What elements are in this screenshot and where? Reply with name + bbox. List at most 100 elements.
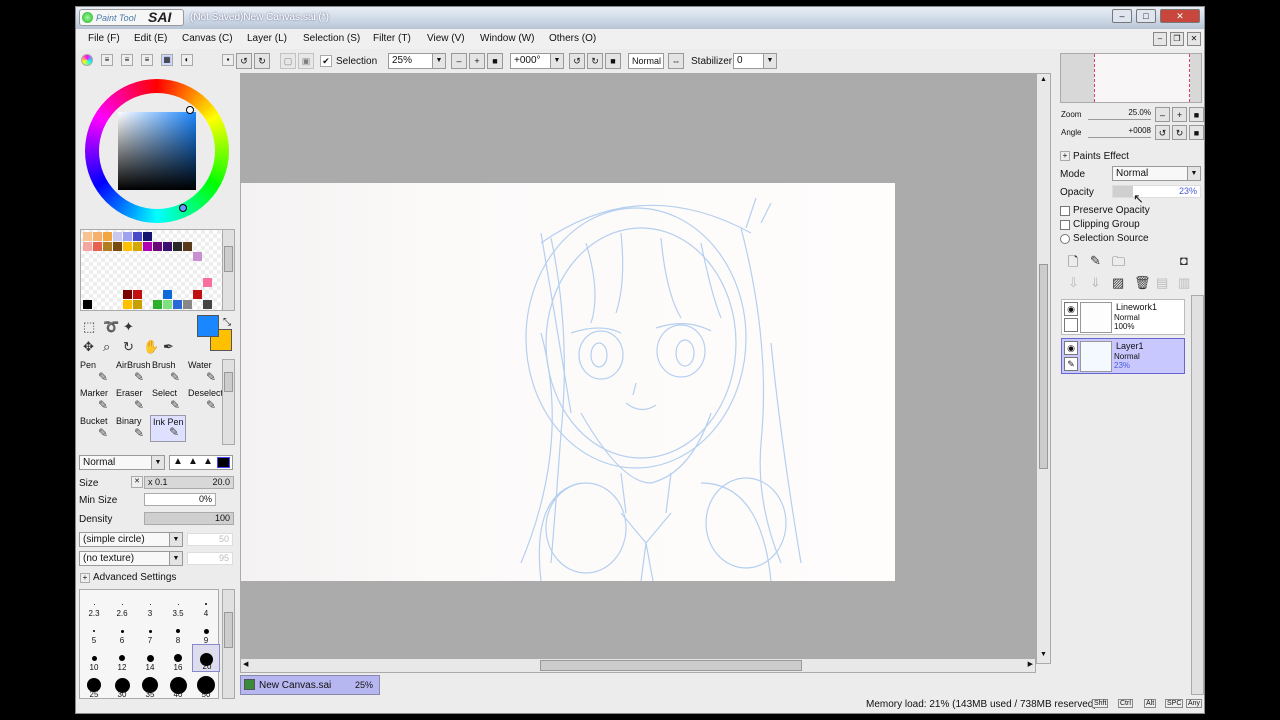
advanced-settings-label[interactable]: Advanced Settings bbox=[93, 572, 176, 583]
rgb-slider-mode-icon[interactable]: ≡ bbox=[101, 54, 113, 66]
zoom-icon[interactable]: ⌕ bbox=[103, 339, 110, 355]
brush-tool-eraser[interactable]: Eraser ✎ bbox=[114, 387, 150, 414]
active-layer-brush-icon[interactable]: ✎ bbox=[1064, 357, 1078, 371]
menu-others[interactable]: Others (O) bbox=[549, 33, 596, 44]
transfer-down-icon[interactable]: ⇩ bbox=[1068, 275, 1079, 291]
size-preset[interactable]: 40 bbox=[164, 671, 192, 699]
nav-zoom-reset-icon[interactable]: ■ bbox=[1189, 107, 1204, 122]
hue-marker[interactable] bbox=[186, 106, 194, 114]
lasso-icon[interactable]: ➰ bbox=[103, 319, 119, 335]
size-preset[interactable]: 3 bbox=[136, 590, 164, 618]
size-preset[interactable]: 50 bbox=[192, 671, 220, 699]
swatch[interactable] bbox=[83, 242, 92, 251]
size-preset[interactable]: 2.6 bbox=[108, 590, 136, 618]
menu-view[interactable]: View (V) bbox=[427, 33, 465, 44]
paints-effect-label[interactable]: Paints Effect bbox=[1073, 151, 1129, 162]
size-preset[interactable]: 6 bbox=[108, 617, 136, 645]
brush-shape-select[interactable]: (simple circle) ▼ bbox=[79, 532, 183, 547]
navigator-view-rect[interactable] bbox=[1094, 54, 1190, 102]
merge-down-icon[interactable]: ⇓ bbox=[1090, 275, 1101, 291]
merge-layers-icon[interactable]: ▥ bbox=[1178, 275, 1190, 291]
edge-square-icon[interactable] bbox=[217, 457, 230, 468]
visibility-eye-icon[interactable]: ◉ bbox=[1064, 341, 1078, 355]
size-preset[interactable]: 3.5 bbox=[164, 590, 192, 618]
canvas-viewport[interactable] bbox=[240, 73, 1050, 658]
swatch[interactable] bbox=[193, 290, 202, 299]
swatch[interactable] bbox=[153, 242, 162, 251]
swatch[interactable] bbox=[133, 232, 142, 241]
swatch[interactable] bbox=[123, 242, 132, 251]
view-blend-select[interactable]: Normal bbox=[628, 53, 664, 69]
swatch[interactable] bbox=[173, 300, 182, 309]
scroll-left-icon[interactable]: ◀ bbox=[243, 660, 248, 668]
swatch[interactable] bbox=[163, 242, 172, 251]
brush-tool-brush[interactable]: Brush ✎ bbox=[150, 359, 186, 386]
swatch[interactable] bbox=[133, 242, 142, 251]
layer-item-linework1[interactable]: ◉ Linework1 Normal 100% bbox=[1061, 299, 1185, 335]
hand-icon[interactable]: ✋ bbox=[143, 339, 159, 355]
redo-icon[interactable]: ↻ bbox=[254, 53, 270, 69]
rotate-reset-icon[interactable]: ■ bbox=[605, 53, 621, 69]
rotate-view-icon[interactable]: ↻ bbox=[123, 339, 134, 355]
size-preset[interactable]: 9 bbox=[192, 617, 220, 645]
invert-selection-icon[interactable]: ▣ bbox=[298, 53, 314, 69]
menu-canvas[interactable]: Canvas (C) bbox=[182, 33, 233, 44]
swatch[interactable] bbox=[93, 232, 102, 241]
swatch[interactable] bbox=[173, 242, 182, 251]
nav-rotate-reset-icon[interactable]: ■ bbox=[1189, 125, 1204, 140]
menu-window[interactable]: Window (W) bbox=[480, 33, 534, 44]
swatch[interactable] bbox=[133, 300, 142, 309]
nav-rotate-cw-icon[interactable]: ↻ bbox=[1172, 125, 1187, 140]
swatch[interactable] bbox=[103, 242, 112, 251]
swatch[interactable] bbox=[203, 278, 212, 287]
new-folder-icon[interactable]: 🗀 bbox=[1112, 253, 1125, 275]
swatch[interactable] bbox=[143, 232, 152, 241]
swatch[interactable] bbox=[103, 232, 112, 241]
density-slider[interactable]: 100 bbox=[144, 512, 234, 525]
rect-select-icon[interactable]: ⬚ bbox=[83, 319, 95, 335]
size-preset[interactable]: 8 bbox=[164, 617, 192, 645]
layer-opacity-slider[interactable]: 23% bbox=[1112, 185, 1201, 198]
size-preset-scrollbar[interactable] bbox=[222, 589, 235, 699]
brush-shape-strength[interactable]: 50 bbox=[187, 533, 233, 546]
edge-medium-icon[interactable]: ▲ bbox=[188, 456, 198, 467]
swatch[interactable] bbox=[93, 242, 102, 251]
brush-scrollbar[interactable] bbox=[222, 359, 235, 445]
scroll-down-icon[interactable]: ▼ bbox=[1038, 651, 1049, 661]
clipping-group-checkbox[interactable] bbox=[1060, 220, 1070, 230]
nav-zoom-in-icon[interactable]: + bbox=[1172, 107, 1187, 122]
sv-marker[interactable] bbox=[179, 204, 187, 212]
canvas-horizontal-scrollbar[interactable]: ◀ ▶ bbox=[240, 658, 1036, 673]
canvas-vertical-scrollbar[interactable]: ▲ ▼ bbox=[1036, 73, 1051, 664]
rotate-ccw-icon[interactable]: ↺ bbox=[569, 53, 585, 69]
zoom-dropdown-icon[interactable]: ▼ bbox=[432, 53, 446, 69]
brush-tool-marker[interactable]: Marker ✎ bbox=[78, 387, 114, 414]
brush-tool-binary[interactable]: Binary ✎ bbox=[114, 415, 150, 442]
menu-edit[interactable]: Edit (E) bbox=[134, 33, 167, 44]
size-preset[interactable]: 14 bbox=[136, 644, 164, 672]
color-wheel[interactable] bbox=[85, 79, 229, 223]
swatch[interactable] bbox=[133, 290, 142, 299]
swatch[interactable] bbox=[183, 300, 192, 309]
size-slider[interactable]: x 0.1 20.0 bbox=[144, 476, 234, 489]
size-preset[interactable]: 10 bbox=[80, 644, 108, 672]
maximize-button[interactable]: □ bbox=[1136, 9, 1156, 23]
mdi-restore-button[interactable]: ❐ bbox=[1170, 32, 1184, 46]
vertical-scroll-thumb[interactable] bbox=[1039, 264, 1048, 469]
layer-list-scrollbar[interactable] bbox=[1191, 295, 1204, 695]
document-canvas[interactable] bbox=[241, 183, 895, 582]
menu-file[interactable]: File (F) bbox=[88, 33, 120, 44]
zoom-reset-icon[interactable]: ■ bbox=[487, 53, 503, 69]
mdi-close-button[interactable]: ✕ bbox=[1187, 32, 1201, 46]
size-preset[interactable]: 7 bbox=[136, 617, 164, 645]
swatch-palette[interactable] bbox=[80, 229, 225, 311]
close-button[interactable]: ✕ bbox=[1160, 9, 1200, 23]
new-linework-layer-icon[interactable]: ✎ bbox=[1090, 253, 1101, 269]
swap-colors-icon[interactable]: ⤡ bbox=[223, 317, 231, 328]
brush-blend-select[interactable]: Normal ▼ bbox=[79, 455, 165, 470]
brush-texture-select[interactable]: (no texture) ▼ bbox=[79, 551, 183, 566]
size-preset[interactable]: 30 bbox=[108, 671, 136, 699]
swatch[interactable] bbox=[83, 232, 92, 241]
preserve-opacity-checkbox[interactable] bbox=[1060, 206, 1070, 216]
layer-lock-icon[interactable] bbox=[1064, 318, 1078, 332]
